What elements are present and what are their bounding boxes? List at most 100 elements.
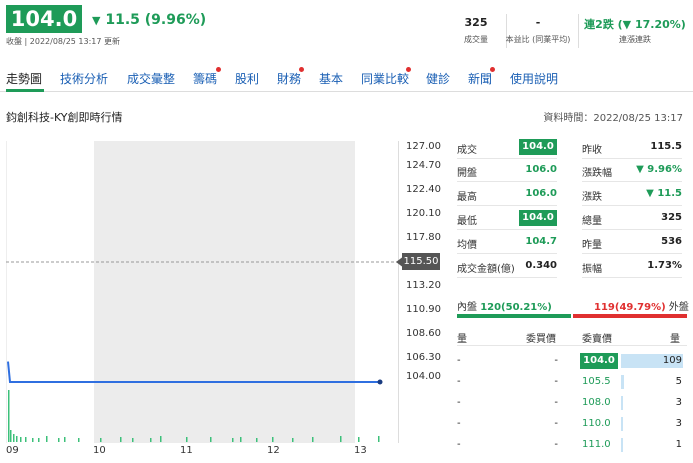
bid-price: - — [554, 397, 558, 408]
quote-value: 115.5 — [650, 141, 682, 152]
bid-bar — [457, 314, 571, 318]
bid-volume: - — [457, 418, 461, 429]
divider — [457, 158, 557, 159]
volume-bar — [340, 436, 342, 442]
y-tick: 117.80 — [406, 232, 441, 243]
bid-volume: - — [457, 376, 461, 387]
ask-price: 108.0 — [582, 397, 611, 408]
divider — [457, 181, 557, 182]
volume-bar — [64, 437, 66, 442]
bid-price: - — [554, 376, 558, 387]
volume-bar — [16, 436, 18, 442]
x-tick: 10 — [93, 445, 106, 456]
y-tick: 104.00 — [406, 371, 441, 382]
x-tick: 11 — [180, 445, 193, 456]
ask-price: 111.0 — [582, 439, 611, 450]
divider — [582, 181, 682, 182]
price-chart[interactable] — [0, 0, 693, 463]
ask-volume: 5 — [675, 376, 682, 387]
y-tick: 124.70 — [406, 160, 441, 171]
bid-price: - — [554, 418, 558, 429]
x-tick: 13 — [354, 445, 367, 456]
volume-bar — [132, 438, 134, 442]
volume-bar — [240, 437, 242, 442]
divider — [582, 253, 682, 254]
quote-value: 104.7 — [525, 236, 557, 247]
y-tick: 120.10 — [406, 208, 441, 219]
divider — [457, 205, 557, 206]
volume-bar — [100, 438, 102, 442]
volume-bar — [58, 438, 60, 442]
volume-bar — [25, 437, 27, 442]
quote-value: 1.73% — [647, 260, 682, 271]
ask-volume-bar — [621, 438, 623, 452]
volume-bar — [13, 434, 15, 442]
ask-pressure: 119(49.79%) 外盤 — [594, 302, 689, 313]
y-tick: 106.30 — [406, 352, 441, 363]
divider — [582, 205, 682, 206]
ask-price: 110.0 — [582, 418, 611, 429]
bid-volume: - — [457, 355, 461, 366]
volume-bar — [32, 438, 34, 442]
volume-bar — [120, 437, 122, 442]
volume-bar — [10, 430, 12, 442]
volume-bar — [78, 438, 80, 442]
ob-head-ask-vol: 量 — [670, 334, 680, 345]
reference-price-tag: 115.50 — [402, 253, 440, 270]
divider — [457, 277, 557, 278]
ask-price: 105.5 — [582, 376, 611, 387]
quote-label: 最高 — [457, 192, 477, 203]
y-tick: 108.60 — [406, 328, 441, 339]
divider — [457, 229, 557, 230]
quote-label: 總量 — [582, 216, 602, 227]
quote-value: ▼ 9.96% — [636, 164, 682, 175]
volume-bars — [8, 390, 380, 442]
quote-value: 106.0 — [525, 164, 557, 175]
x-tick: 12 — [267, 445, 280, 456]
bid-volume: - — [457, 397, 461, 408]
price-line — [7, 361, 380, 383]
quote-label: 最低 — [457, 216, 477, 227]
volume-bar — [160, 436, 162, 442]
volume-bar — [256, 438, 258, 442]
bid-price: - — [554, 355, 558, 366]
divider — [582, 229, 682, 230]
y-tick: 122.40 — [406, 184, 441, 195]
ask-volume: 1 — [675, 439, 682, 450]
ask-bar — [573, 314, 687, 318]
volume-bar — [378, 436, 380, 442]
volume-bar — [312, 437, 314, 442]
ask-price: 104.0 — [580, 353, 618, 369]
quote-value: 0.340 — [525, 260, 557, 271]
bid-price: - — [554, 439, 558, 450]
quote-label: 昨量 — [582, 240, 602, 251]
ask-volume-bar — [621, 417, 623, 431]
volume-bar — [358, 437, 360, 442]
tag-pointer-icon — [396, 256, 404, 268]
volume-bar — [186, 437, 188, 442]
divider — [582, 158, 682, 159]
volume-bar — [210, 437, 212, 442]
quote-value: 536 — [661, 236, 682, 247]
quote-label: 開盤 — [457, 168, 477, 179]
volume-bar — [38, 438, 40, 442]
last-point — [377, 379, 383, 385]
ob-head-bid-vol: 量 — [457, 334, 467, 345]
volume-bar — [46, 436, 48, 442]
volume-bar — [232, 438, 234, 442]
volume-bar — [20, 437, 22, 442]
quote-value: 325 — [661, 212, 682, 223]
ask-volume-bar — [621, 396, 623, 410]
ask-volume: 3 — [675, 418, 682, 429]
ask-volume-bar — [621, 375, 624, 389]
ask-volume: 3 — [675, 397, 682, 408]
quote-value: 106.0 — [525, 188, 557, 199]
volume-bar — [272, 437, 274, 442]
volume-bar — [8, 390, 10, 442]
volume-bar — [150, 438, 152, 442]
quote-value: ▼ 11.5 — [646, 188, 682, 199]
bid-volume: - — [457, 439, 461, 450]
bid-pressure: 內盤 120(50.21%) — [457, 302, 552, 313]
quote-label: 均價 — [457, 240, 477, 251]
y-tick: 113.20 — [406, 280, 441, 291]
